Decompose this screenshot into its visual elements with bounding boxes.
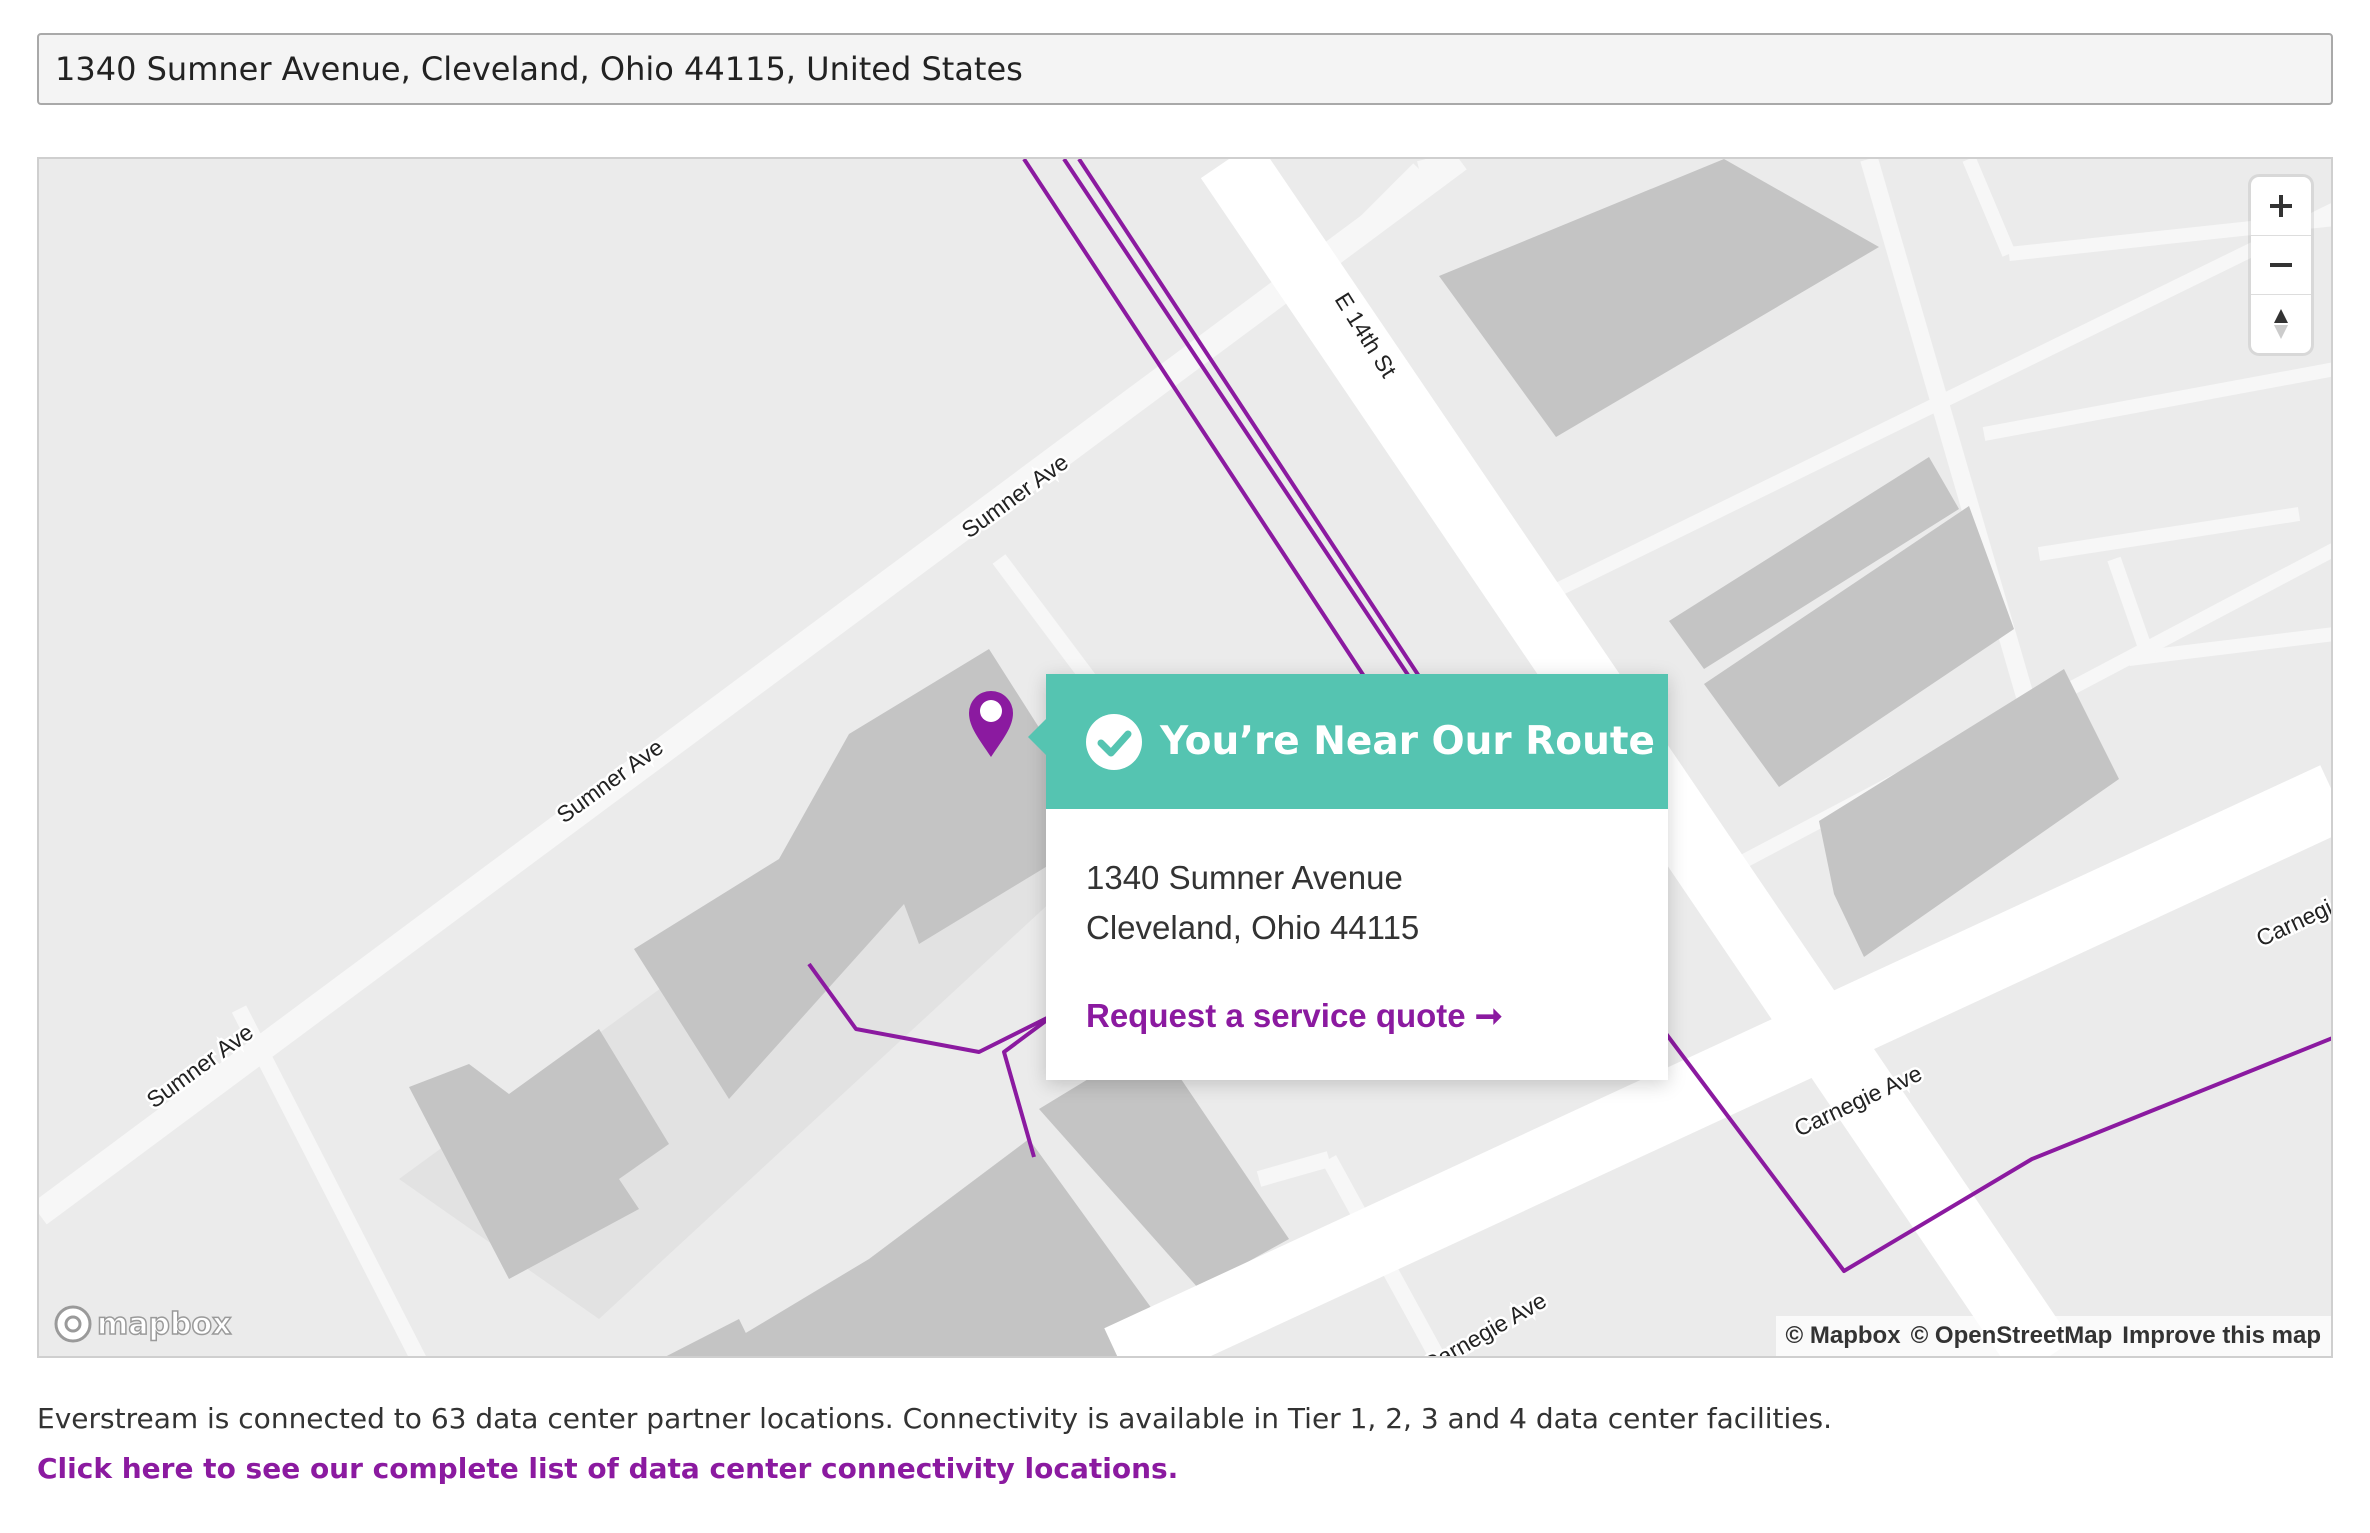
building-ne — [1439, 159, 1879, 437]
data-center-list-link[interactable]: Click here to see our complete list of d… — [37, 1452, 1178, 1485]
route-popup: You’re Near Our Route 1340 Sumner Avenue… — [1028, 674, 1668, 1080]
road-south-small — [1256, 1151, 1332, 1187]
compass-icon — [2274, 309, 2288, 339]
compass-button[interactable] — [2251, 295, 2311, 353]
label-carnegie-ave-bottom: Carnegie Ave — [1419, 1287, 1551, 1358]
building-south-3 — [666, 1319, 758, 1356]
zoom-in-button[interactable] — [2251, 177, 2311, 236]
plus-icon — [2270, 195, 2292, 217]
map-zoom-control — [2251, 177, 2311, 353]
minus-icon — [2270, 263, 2292, 267]
popup-tip — [1028, 719, 1046, 755]
zoom-out-button[interactable] — [2251, 236, 2311, 295]
popup-title: You’re Near Our Route — [1160, 719, 1655, 764]
mapbox-logo-icon — [54, 1305, 92, 1343]
improve-map-link[interactable]: Improve this map — [2122, 1322, 2321, 1350]
label-sumner-ave-upper: Sumner Ave — [957, 449, 1073, 543]
mapbox-logo-text: mapbox — [96, 1306, 232, 1343]
data-center-info-text: Everstream is connected to 63 data cente… — [37, 1402, 1832, 1435]
attribution-mapbox-link[interactable]: © Mapbox — [1786, 1322, 1901, 1350]
popup-address-line1: 1340 Sumner Avenue — [1086, 859, 1403, 896]
road-alley-ne — [1962, 159, 2016, 257]
popup-body: 1340 Sumner Avenue Cleveland, Ohio 44115… — [1046, 809, 1668, 1035]
popup-address-line2: Cleveland, Ohio 44115 — [1086, 909, 1420, 946]
label-sumner-ave-middle: Sumner Ave — [552, 734, 668, 828]
mapbox-logo[interactable]: mapbox — [53, 1304, 232, 1344]
label-carnegie-ave-edge: Carnegi — [2252, 894, 2333, 952]
request-quote-link[interactable]: Request a service quote ➞ — [1086, 996, 1628, 1035]
map-attribution: © Mapbox © OpenStreetMap Improve this ma… — [1775, 1316, 2331, 1356]
address-search-input[interactable] — [37, 33, 2333, 105]
road-alley-mid2 — [2037, 507, 2301, 561]
checkmark-circle-icon — [1086, 713, 1142, 770]
map-view[interactable]: E 14th St Sumner Ave Sumner Ave Sumner A… — [37, 157, 2333, 1358]
attribution-osm-link[interactable]: © OpenStreetMap — [1911, 1322, 2113, 1350]
popup-header: You’re Near Our Route — [1046, 674, 1668, 809]
road-alley-mid — [1982, 362, 2331, 441]
